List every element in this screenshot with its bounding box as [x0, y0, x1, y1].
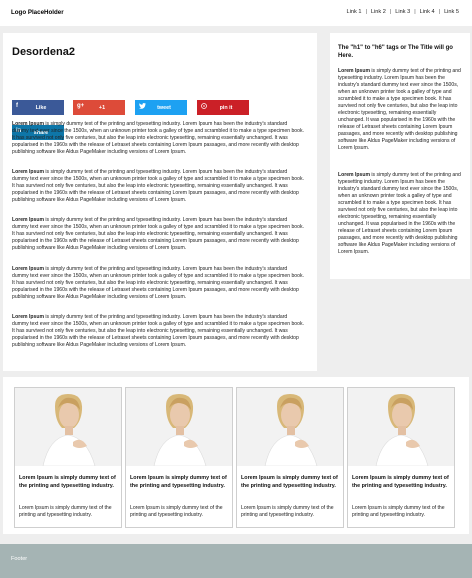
product-card[interactable]: Lorem Ipsum is simply dummy text of the …	[125, 387, 233, 528]
card-image	[348, 388, 454, 467]
facebook-like-button[interactable]: f Like	[12, 100, 64, 115]
sidebar: The "h1" to "h6" tags or The Title will …	[330, 33, 470, 279]
top-nav: Link 1 | Link 2 | Link 3 | Link 4 | Link 5	[344, 9, 463, 15]
logo[interactable]: Logo PlaceHolder	[11, 9, 64, 16]
google-plus-icon: g+	[77, 103, 85, 109]
pinterest-button[interactable]: pin it	[197, 100, 249, 115]
card-title: Lorem Ipsum is simply dummy text of the …	[241, 475, 338, 489]
body-paragraph: Lorem Ipsum is simply dummy text of the …	[12, 121, 304, 155]
page-title: Desordena2	[12, 46, 75, 58]
card-description: Lorem Ipsum is simply dummy text of the …	[19, 505, 112, 518]
nav-link-4[interactable]: Link 4	[417, 9, 438, 15]
sidebar-paragraph: Lorem Ipsum is simply dummy text of the …	[338, 172, 461, 255]
card-title: Lorem Ipsum is simply dummy text of the …	[19, 475, 116, 489]
product-card[interactable]: Lorem Ipsum is simply dummy text of the …	[347, 387, 455, 528]
card-row: Lorem Ipsum is simply dummy text of the …	[3, 377, 469, 534]
main-content: Desordena2 f Like g+ +1 tweet pin it in …	[3, 33, 317, 371]
sidebar-heading: The "h1" to "h6" tags or The Title will …	[338, 45, 453, 59]
card-image	[15, 388, 121, 467]
nav-link-5[interactable]: Link 5	[441, 9, 462, 15]
body-paragraph: Lorem Ipsum is simply dummy text of the …	[12, 169, 304, 203]
card-description: Lorem Ipsum is simply dummy text of the …	[130, 505, 223, 518]
facebook-icon: f	[16, 103, 18, 109]
tweet-button[interactable]: tweet	[135, 100, 187, 115]
card-image	[237, 388, 343, 467]
body-paragraph: Lorem Ipsum is simply dummy text of the …	[12, 266, 304, 300]
product-card[interactable]: Lorem Ipsum is simply dummy text of the …	[236, 387, 344, 528]
top-bar: Logo PlaceHolder Link 1 | Link 2 | Link 3 |…	[0, 0, 472, 26]
body-paragraph: Lorem Ipsum is simply dummy text of the …	[12, 314, 304, 348]
nav-link-2[interactable]: Link 2	[368, 9, 389, 15]
footer: Footer	[0, 544, 472, 578]
card-title: Lorem Ipsum is simply dummy text of the …	[352, 475, 449, 489]
nav-link-1[interactable]: Link 1	[344, 9, 365, 15]
twitter-icon	[139, 103, 146, 111]
body-paragraph: Lorem Ipsum is simply dummy text of the …	[12, 217, 304, 251]
pinterest-icon	[201, 103, 207, 111]
sidebar-paragraph: Lorem Ipsum is simply dummy text of the …	[338, 68, 461, 151]
facebook-label: Like	[35, 104, 47, 111]
google-plus-button[interactable]: g+ +1	[73, 100, 125, 115]
footer-label: Footer	[11, 556, 28, 562]
product-card[interactable]: Lorem Ipsum is simply dummy text of the …	[14, 387, 122, 528]
card-image	[126, 388, 232, 467]
nav-link-3[interactable]: Link 3	[392, 9, 413, 15]
card-description: Lorem Ipsum is simply dummy text of the …	[352, 505, 445, 518]
card-description: Lorem Ipsum is simply dummy text of the …	[241, 505, 334, 518]
card-title: Lorem Ipsum is simply dummy text of the …	[130, 475, 227, 489]
